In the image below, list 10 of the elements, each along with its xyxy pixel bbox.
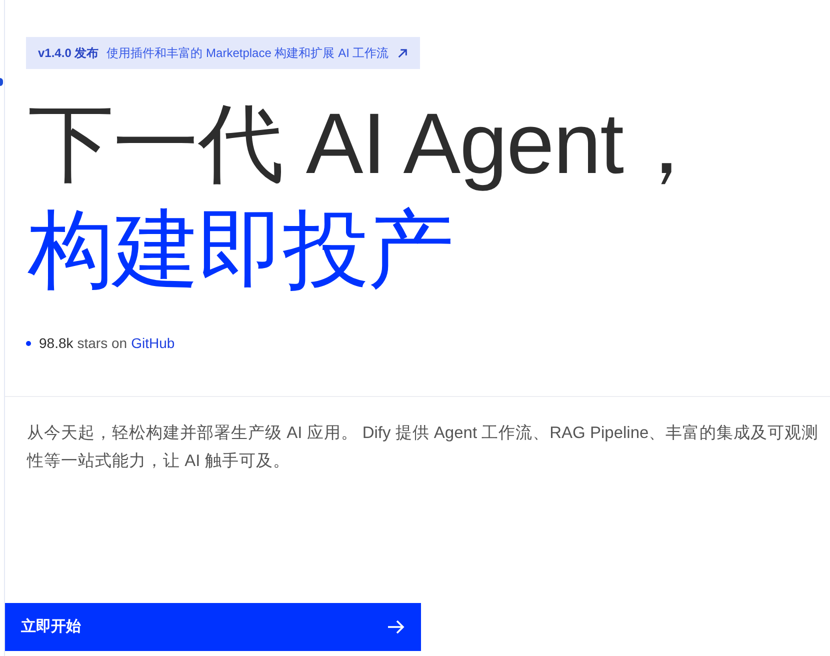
description: 从今天起，轻松构建并部署生产级 AI 应用。 Dify 提供 Agent 工作流、RAG Pipeline、丰富的集成及可观测性等一站式能力，让 AI 触手可及。	[26, 423, 820, 472]
stars-label: stars on	[77, 334, 128, 353]
announcement-link[interactable]: v1.4.0 发布 使用插件和丰富的 Marketplace 构建和扩展 AI 工作流	[26, 37, 420, 69]
arrow-right-icon	[387, 619, 405, 635]
github-link[interactable]: GitHub	[131, 333, 175, 354]
get-started-button[interactable]: 立即开始	[5, 603, 421, 651]
arrow-up-right-icon	[396, 48, 408, 58]
headline-highlight: 构建即投产	[28, 201, 453, 300]
headline: 下一代 AI Agent，	[28, 95, 708, 194]
star-count: 98.8k	[39, 334, 74, 353]
